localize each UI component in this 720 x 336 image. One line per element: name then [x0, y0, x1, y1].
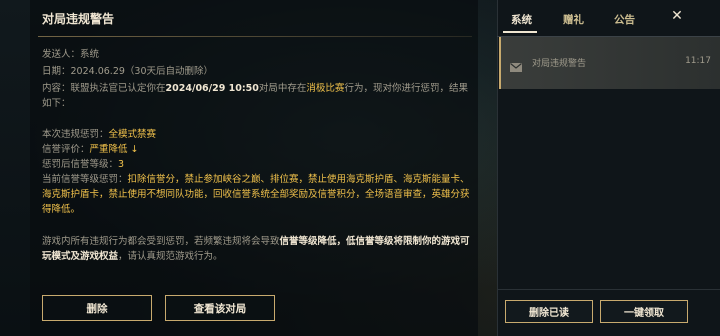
notification-title: 对局违规警告 — [532, 59, 587, 69]
current-penalty-label: 当前信誉等级惩罚： — [42, 174, 128, 185]
credit-value: 严重降低 ↓ — [89, 144, 139, 155]
tab-system[interactable]: 系统 — [511, 12, 532, 27]
tab-announcements[interactable]: 公告 — [614, 12, 635, 27]
level-value: 3 — [118, 159, 125, 170]
content-paragraph: 内容：联盟执法官已认定你在2024/06/29 10:50对局中存在消极比赛行为… — [42, 81, 476, 111]
content-label: 内容： — [42, 83, 71, 94]
content-text-1: 联盟执法官已认定你在 — [70, 83, 166, 94]
footer-text-1: 游戏内所有违规行为都会受到惩罚，若频繁违规将会导致 — [42, 236, 280, 247]
credit-label: 信誉评价： — [42, 144, 90, 155]
active-tab-indicator — [503, 31, 537, 33]
title-divider — [38, 36, 472, 37]
footer-text-2: ，请认真规范游戏行为。 — [118, 251, 223, 262]
delete-button[interactable]: 删除 — [42, 295, 152, 321]
notification-item[interactable]: 对局违规警告 11:17 — [499, 37, 720, 89]
penalty-line: 本次违规惩罚：全模式禁赛 — [42, 127, 476, 142]
level-label: 惩罚后信誉等级： — [42, 159, 119, 170]
sender-label: 发送人： — [42, 49, 81, 60]
sender-line: 发送人：系统 — [42, 47, 476, 62]
message-title: 对局违规警告 — [42, 12, 115, 26]
violation-type: 消极比赛 — [306, 83, 345, 94]
bottom-divider — [497, 289, 720, 290]
sender-value: 系统 — [80, 49, 100, 60]
claim-all-button[interactable]: 一键领取 — [600, 300, 688, 323]
penalty-label: 本次违规惩罚： — [42, 129, 109, 140]
violation-time: 2024/06/29 10:50 — [165, 83, 259, 94]
content-text-2: 对局中存在 — [258, 83, 307, 94]
current-penalty-paragraph: 当前信誉等级惩罚：扣除信誉分，禁止参加峡谷之巅、排位赛，禁止使用海克斯护盾、海克… — [42, 172, 476, 217]
delete-read-button[interactable]: 删除已读 — [505, 300, 593, 323]
mail-icon — [510, 57, 522, 72]
view-match-button[interactable]: 查看该对局 — [165, 295, 275, 321]
date-value: 2024.06.29 — [70, 66, 125, 77]
level-line: 惩罚后信誉等级：3 — [42, 157, 476, 172]
footer-paragraph: 游戏内所有违规行为都会受到惩罚，若频繁违规将会导致信誉等级降低，低信誉等级将限制… — [42, 234, 476, 264]
credit-line: 信誉评价：严重降低 ↓ — [42, 142, 476, 157]
date-label: 日期： — [42, 66, 71, 77]
close-icon[interactable]: ✕ — [670, 9, 684, 23]
date-line: 日期：2024.06.29（30天后自动删除） — [42, 64, 476, 79]
tab-gifts[interactable]: 赠礼 — [563, 12, 584, 27]
notification-time: 11:17 — [685, 56, 711, 66]
auto-delete-note: （30天后自动删除） — [124, 66, 214, 77]
penalty-value: 全模式禁赛 — [108, 129, 157, 140]
